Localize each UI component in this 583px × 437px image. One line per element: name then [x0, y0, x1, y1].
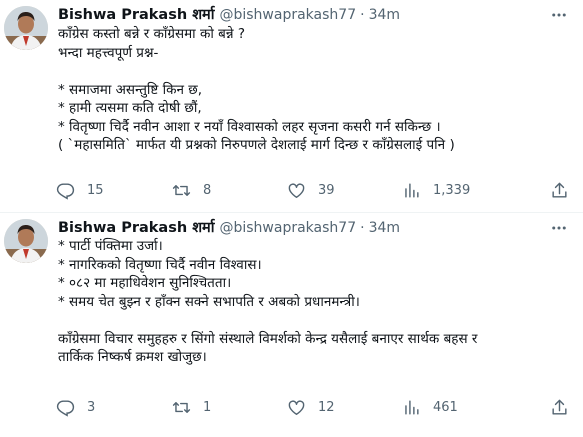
tweet-text-line: * नागरिकको वितृष्णा चिर्दै नवीन विश्वास। [58, 256, 262, 273]
display-name[interactable]: Bishwa Prakash शर्मा [58, 218, 214, 238]
like-button[interactable]: 12 [287, 397, 335, 417]
reply-icon [56, 181, 75, 200]
more-horizontal-icon[interactable] [549, 218, 569, 238]
avatar[interactable] [4, 219, 48, 263]
view-count: 1,339 [433, 182, 471, 198]
tweet-header: Bishwa Prakash शर्मा @bishwaprakash77 · … [58, 218, 569, 238]
tweet-text-line: भन्दा महत्त्वपूर्ण प्रश्न- [58, 44, 159, 61]
views-button[interactable]: 1,339 [402, 180, 470, 200]
tweet-text-line: * पार्टी पंक्तिमा उर्जा। [58, 238, 163, 254]
tweet-text: * पार्टी पंक्तिमा उर्जा। * नागरिकको वितृ… [58, 237, 569, 367]
avatar[interactable] [4, 6, 48, 50]
tweet-text-line: तार्किक निष्कर्ष क्रमश खोजुछ। [58, 349, 207, 365]
tweet-text: काँग्रेस कस्तो बन्ने र काँग्रेसमा को बन्… [58, 25, 569, 155]
reply-button[interactable]: 15 [56, 180, 104, 200]
separator-dot: · [360, 220, 365, 236]
like-count: 39 [318, 182, 335, 198]
tweet-text-blank-line [58, 62, 569, 81]
tweet-text-line: * ०८२ मा महाधिवेशन सुनिश्चितता। [58, 275, 232, 291]
reply-button[interactable]: 3 [56, 397, 95, 417]
views-chart-icon [402, 181, 421, 200]
separator-dot: · [360, 7, 365, 23]
views-chart-icon [402, 398, 421, 417]
tweet-text-line: * हामी त्यसमा कति दोषी छौं, [58, 100, 202, 116]
tweet[interactable]: Bishwa Prakash शर्मा @bishwaprakash77 · … [0, 0, 583, 213]
reply-count: 15 [87, 182, 104, 198]
display-name[interactable]: Bishwa Prakash शर्मा [58, 5, 214, 25]
views-button[interactable]: 461 [402, 397, 458, 417]
handle[interactable]: @bishwaprakash77 [219, 218, 356, 238]
tweet-text-blank-line [58, 311, 569, 330]
action-bar: 3 1 12 461 [56, 397, 569, 417]
retweet-count: 8 [203, 182, 212, 198]
retweet-icon [172, 398, 191, 417]
share-button[interactable] [550, 180, 569, 200]
handle[interactable]: @bishwaprakash77 [219, 5, 356, 25]
tweet-text-line: * समाजमा असन्तुष्टि किन छ, [58, 81, 202, 98]
retweet-button[interactable]: 1 [172, 397, 211, 417]
tweet-text-line: * समय चेत बुझ्न र हाँक्न सक्ने सभापति र … [58, 293, 360, 310]
heart-icon [287, 398, 306, 417]
view-count: 461 [433, 399, 458, 415]
retweet-button[interactable]: 8 [172, 180, 211, 200]
timestamp[interactable]: 34m [369, 218, 400, 238]
tweet[interactable]: Bishwa Prakash शर्मा @bishwaprakash77 · … [0, 213, 583, 437]
tweet-header: Bishwa Prakash शर्मा @bishwaprakash77 · … [58, 5, 569, 25]
retweet-icon [172, 181, 191, 200]
heart-icon [287, 181, 306, 200]
tweet-text-line: * वितृष्णा चिर्दै नवीन आशा र नयाँ विश्वा… [58, 118, 441, 135]
timestamp[interactable]: 34m [369, 5, 400, 25]
retweet-count: 1 [203, 399, 212, 415]
tweet-text-line: ( `महासमिति` मार्फत यी प्रश्नको निरुपणले… [58, 137, 455, 153]
reply-count: 3 [87, 399, 96, 415]
reply-icon [56, 398, 75, 417]
action-bar: 15 8 39 1,339 [56, 180, 569, 200]
share-icon [550, 181, 569, 200]
tweet-text-line: काँग्रेस कस्तो बन्ने र काँग्रेसमा को बन्… [58, 26, 245, 42]
tweet-text-line: काँग्रेसमा विचार समुहहरु र सिंगो संस्थाल… [58, 330, 478, 347]
like-count: 12 [318, 399, 335, 415]
share-icon [550, 398, 569, 417]
like-button[interactable]: 39 [287, 180, 335, 200]
more-horizontal-icon[interactable] [549, 5, 569, 25]
share-button[interactable] [550, 397, 569, 417]
